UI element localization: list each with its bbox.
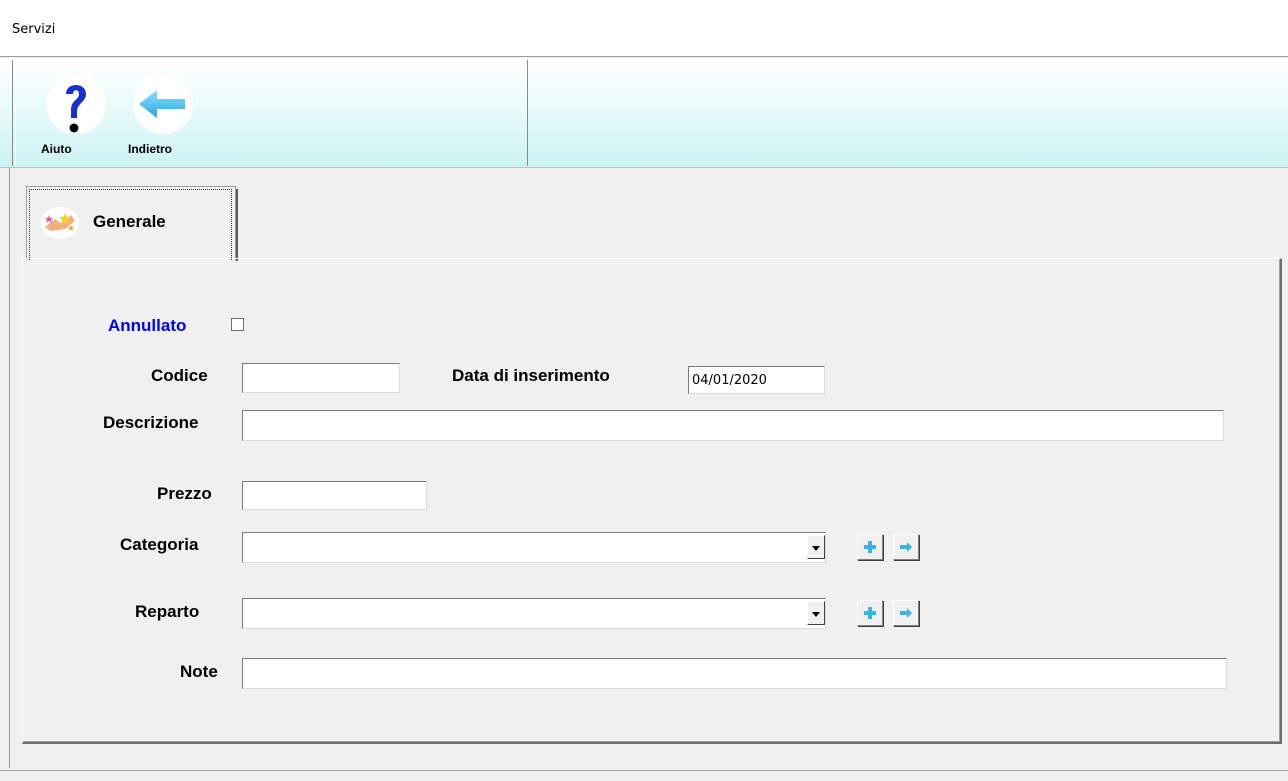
help-button[interactable]: Aiuto bbox=[41, 74, 111, 164]
reparto-dropdown-arrow[interactable] bbox=[807, 601, 825, 625]
stars-icon bbox=[41, 207, 79, 239]
annullato-checkbox[interactable] bbox=[231, 318, 244, 331]
categoria-label: Categoria bbox=[120, 535, 199, 554]
prezzo-label: Prezzo bbox=[157, 484, 212, 503]
right-arrow-icon bbox=[900, 542, 912, 552]
reparto-select[interactable] bbox=[242, 598, 826, 629]
annullato-label[interactable]: Annullato bbox=[108, 316, 186, 336]
note-label: Note bbox=[180, 662, 218, 681]
plus-icon bbox=[864, 607, 876, 619]
window-title: Servizi bbox=[12, 22, 56, 37]
help-label: Aiuto bbox=[41, 142, 72, 156]
reparto-label: Reparto bbox=[135, 602, 200, 621]
back-button[interactable]: Indietro bbox=[128, 74, 198, 164]
data-inserimento-label: Data di inserimento bbox=[452, 366, 610, 385]
reparto-open-button[interactable] bbox=[893, 600, 919, 626]
categoria-select[interactable] bbox=[242, 532, 826, 563]
toolbar: Aiuto Indietro bbox=[0, 58, 1288, 168]
descrizione-input[interactable] bbox=[242, 410, 1224, 441]
note-input[interactable] bbox=[242, 658, 1227, 689]
descrizione-label: Descrizione bbox=[103, 413, 199, 432]
tab-label: Generale bbox=[93, 212, 166, 231]
toolbar-group: Aiuto Indietro bbox=[12, 60, 528, 166]
question-mark-icon bbox=[46, 74, 106, 134]
window-left-edge bbox=[9, 168, 10, 768]
status-bar-edge bbox=[0, 770, 1288, 771]
left-arrow-icon bbox=[133, 74, 193, 134]
tab-shadow bbox=[236, 189, 238, 261]
data-inserimento-input[interactable]: 04/01/2020 bbox=[688, 366, 825, 394]
categoria-open-button[interactable] bbox=[893, 534, 919, 560]
tab-generale[interactable]: Generale bbox=[26, 186, 238, 261]
categoria-dropdown-arrow[interactable] bbox=[807, 535, 825, 559]
back-label: Indietro bbox=[128, 142, 172, 156]
title-bar: Servizi bbox=[0, 0, 1288, 57]
right-arrow-icon bbox=[900, 608, 912, 618]
codice-label: Codice bbox=[151, 366, 208, 385]
reparto-add-button[interactable] bbox=[857, 600, 883, 626]
plus-icon bbox=[864, 541, 876, 553]
reparto-value bbox=[243, 599, 249, 605]
prezzo-input[interactable] bbox=[242, 481, 427, 510]
categoria-add-button[interactable] bbox=[857, 534, 883, 560]
codice-input[interactable] bbox=[242, 363, 400, 393]
categoria-value bbox=[243, 533, 249, 539]
